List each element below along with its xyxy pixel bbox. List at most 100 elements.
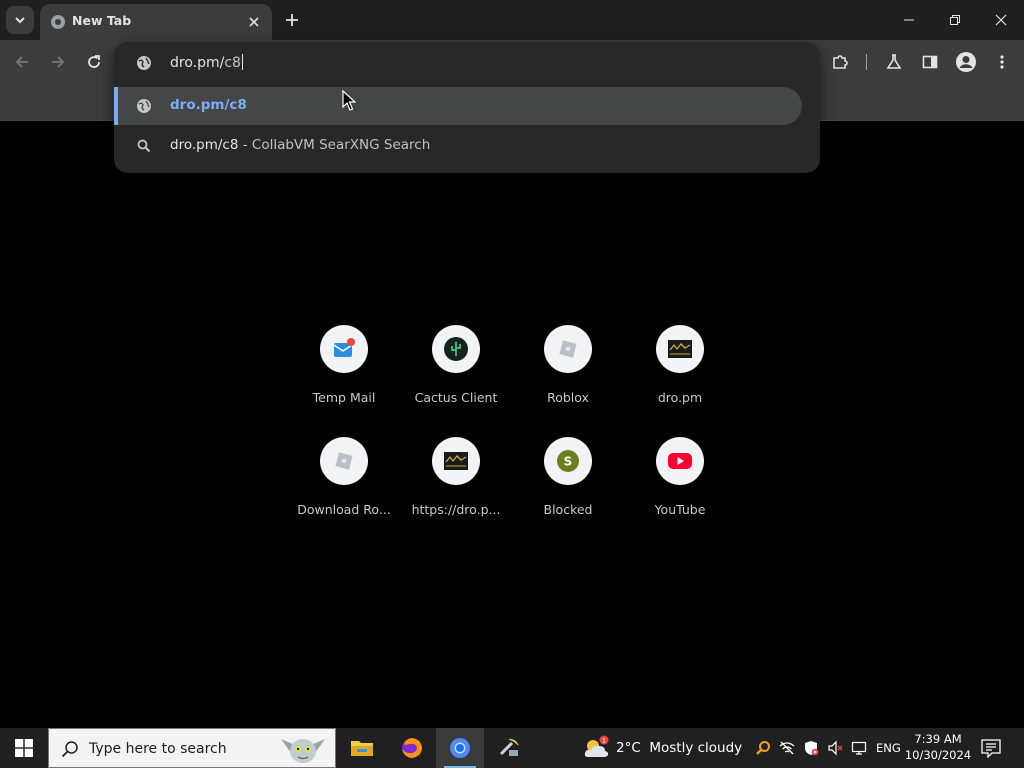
globe-icon — [137, 99, 151, 113]
taskbar-app-tool[interactable] — [486, 728, 534, 768]
minimize-icon — [904, 19, 914, 21]
shield-icon — [805, 741, 819, 756]
extensions-button[interactable] — [828, 50, 852, 74]
close-icon — [249, 17, 259, 27]
shortcut-title: YouTube — [654, 502, 706, 517]
windows-taskbar: Type here to search 1 2°C Mostly cloudy … — [0, 728, 1024, 768]
chrome-favicon-icon — [51, 15, 65, 29]
shortcut-download-roblox[interactable]: Download Ro... — [288, 428, 400, 540]
tray-security[interactable] — [802, 739, 820, 757]
tab-new-tab[interactable]: New Tab — [40, 4, 272, 40]
close-icon — [995, 14, 1007, 26]
tab-close-button[interactable] — [244, 12, 264, 32]
tray-display[interactable] — [850, 739, 868, 757]
minimize-button[interactable] — [886, 0, 932, 40]
back-button[interactable] — [10, 50, 34, 74]
weather-temp: 2°C — [616, 740, 641, 756]
search-highlight-mascot-icon — [281, 739, 325, 763]
puzzle-icon — [833, 55, 848, 69]
blocked-s-icon: S — [557, 450, 579, 472]
new-tab-button[interactable] — [280, 8, 304, 32]
search-placeholder: Type here to search — [89, 741, 227, 757]
taskbar-search-box[interactable]: Type here to search — [48, 728, 336, 768]
reload-icon — [88, 55, 100, 68]
shortcut-icon-circle — [656, 437, 704, 485]
tray-search-app[interactable] — [754, 739, 772, 757]
cloudy-weather-icon: 1 — [584, 735, 609, 757]
chevron-down-icon — [15, 17, 25, 24]
labs-button[interactable] — [882, 50, 906, 74]
shortcut-grid: Temp Mail Cactus Client Roblox dro.pm Do… — [288, 316, 736, 540]
tray-network-offline[interactable] — [778, 739, 796, 757]
shortcut-title: Roblox — [547, 390, 589, 405]
tab-search-button[interactable] — [6, 6, 34, 34]
shortcut-roblox[interactable]: Roblox — [512, 316, 624, 428]
omnibox-suggestion-url[interactable]: dro.pm/c8 — [114, 87, 802, 125]
shortcut-title: Blocked — [543, 502, 593, 517]
notification-center-icon[interactable] — [980, 738, 1002, 758]
roblox-icon — [335, 452, 353, 470]
shortcut-icon-circle — [432, 437, 480, 485]
folder-icon — [351, 741, 373, 756]
side-panel-icon — [922, 55, 938, 69]
chrome-icon — [450, 738, 470, 758]
volume-muted-icon — [828, 740, 843, 756]
weather-widget[interactable]: 1 2°C Mostly cloudy — [580, 728, 743, 768]
mouse-cursor-icon — [342, 90, 356, 111]
taskbar-firefox[interactable] — [388, 728, 436, 768]
shortcut-cactus-client[interactable]: Cactus Client — [400, 316, 512, 428]
omnibox-dropdown: dro.pm/c8 dro.pm/c8 dro.pm/c8 - CollabVM… — [114, 42, 820, 173]
shortcut-icon-circle — [656, 325, 704, 373]
shortcut-title: Download Ro... — [297, 502, 391, 517]
menu-button[interactable] — [990, 50, 1014, 74]
shortcut-youtube[interactable]: YouTube — [624, 428, 736, 540]
suggestion-provider: CollabVM SearXNG Search — [251, 137, 431, 153]
profile-avatar-icon — [956, 52, 976, 72]
shortcut-dro-pm[interactable]: dro.pm — [624, 316, 736, 428]
language-indicator[interactable]: ENG — [876, 741, 901, 755]
search-icon — [137, 139, 151, 153]
plus-icon — [286, 14, 298, 26]
address-bar[interactable]: dro.pm/c8 — [114, 42, 820, 84]
suggestion-query: dro.pm/c8 — [170, 137, 239, 153]
suggestion-separator: - — [238, 137, 252, 153]
magnifier-app-icon — [756, 741, 770, 755]
start-button[interactable] — [0, 728, 48, 768]
omnibox-suggestion-search[interactable]: dro.pm/c8 - CollabVM SearXNG Search — [114, 127, 802, 165]
toolbar-separator — [866, 54, 867, 70]
dro-pm-icon — [668, 340, 692, 358]
shortcut-blocked[interactable]: S Blocked — [512, 428, 624, 540]
dro-pm-icon — [444, 452, 468, 470]
tab-title: New Tab — [72, 13, 132, 28]
shortcut-icon-circle — [432, 325, 480, 373]
flask-icon — [886, 54, 902, 69]
text-caret — [241, 54, 243, 70]
firefox-icon — [402, 738, 422, 758]
search-icon — [61, 741, 78, 758]
shortcut-icon-circle — [544, 325, 592, 373]
selection-accent-bar — [114, 87, 118, 125]
network-crossed-icon — [779, 741, 795, 755]
profile-button[interactable] — [954, 50, 978, 74]
close-window-button[interactable] — [978, 0, 1024, 40]
svg-text:S: S — [564, 455, 573, 469]
restore-button[interactable] — [932, 0, 978, 40]
suggestion-url-text: dro.pm/c8 — [170, 97, 247, 113]
system-clock[interactable]: 7:39 AM 10/30/2024 — [904, 731, 972, 763]
shortcut-dro-pm-url[interactable]: https://dro.p... — [400, 428, 512, 540]
address-input[interactable]: dro.pm/c8 — [170, 54, 243, 71]
shortcut-temp-mail[interactable]: Temp Mail — [288, 316, 400, 428]
clock-time: 7:39 AM — [914, 732, 962, 746]
reload-button[interactable] — [82, 50, 106, 74]
roblox-icon — [559, 340, 577, 358]
shortcut-title: dro.pm — [657, 390, 703, 405]
shortcut-icon-circle — [320, 325, 368, 373]
forward-button[interactable] — [46, 50, 70, 74]
shortcut-icon-circle — [320, 437, 368, 485]
taskbar-file-explorer[interactable] — [338, 728, 386, 768]
side-panel-button[interactable] — [918, 50, 942, 74]
tray-volume-muted[interactable] — [826, 739, 844, 757]
arrow-left-icon — [15, 56, 28, 68]
weather-condition: Mostly cloudy — [649, 740, 743, 756]
taskbar-chrome[interactable] — [436, 728, 484, 768]
